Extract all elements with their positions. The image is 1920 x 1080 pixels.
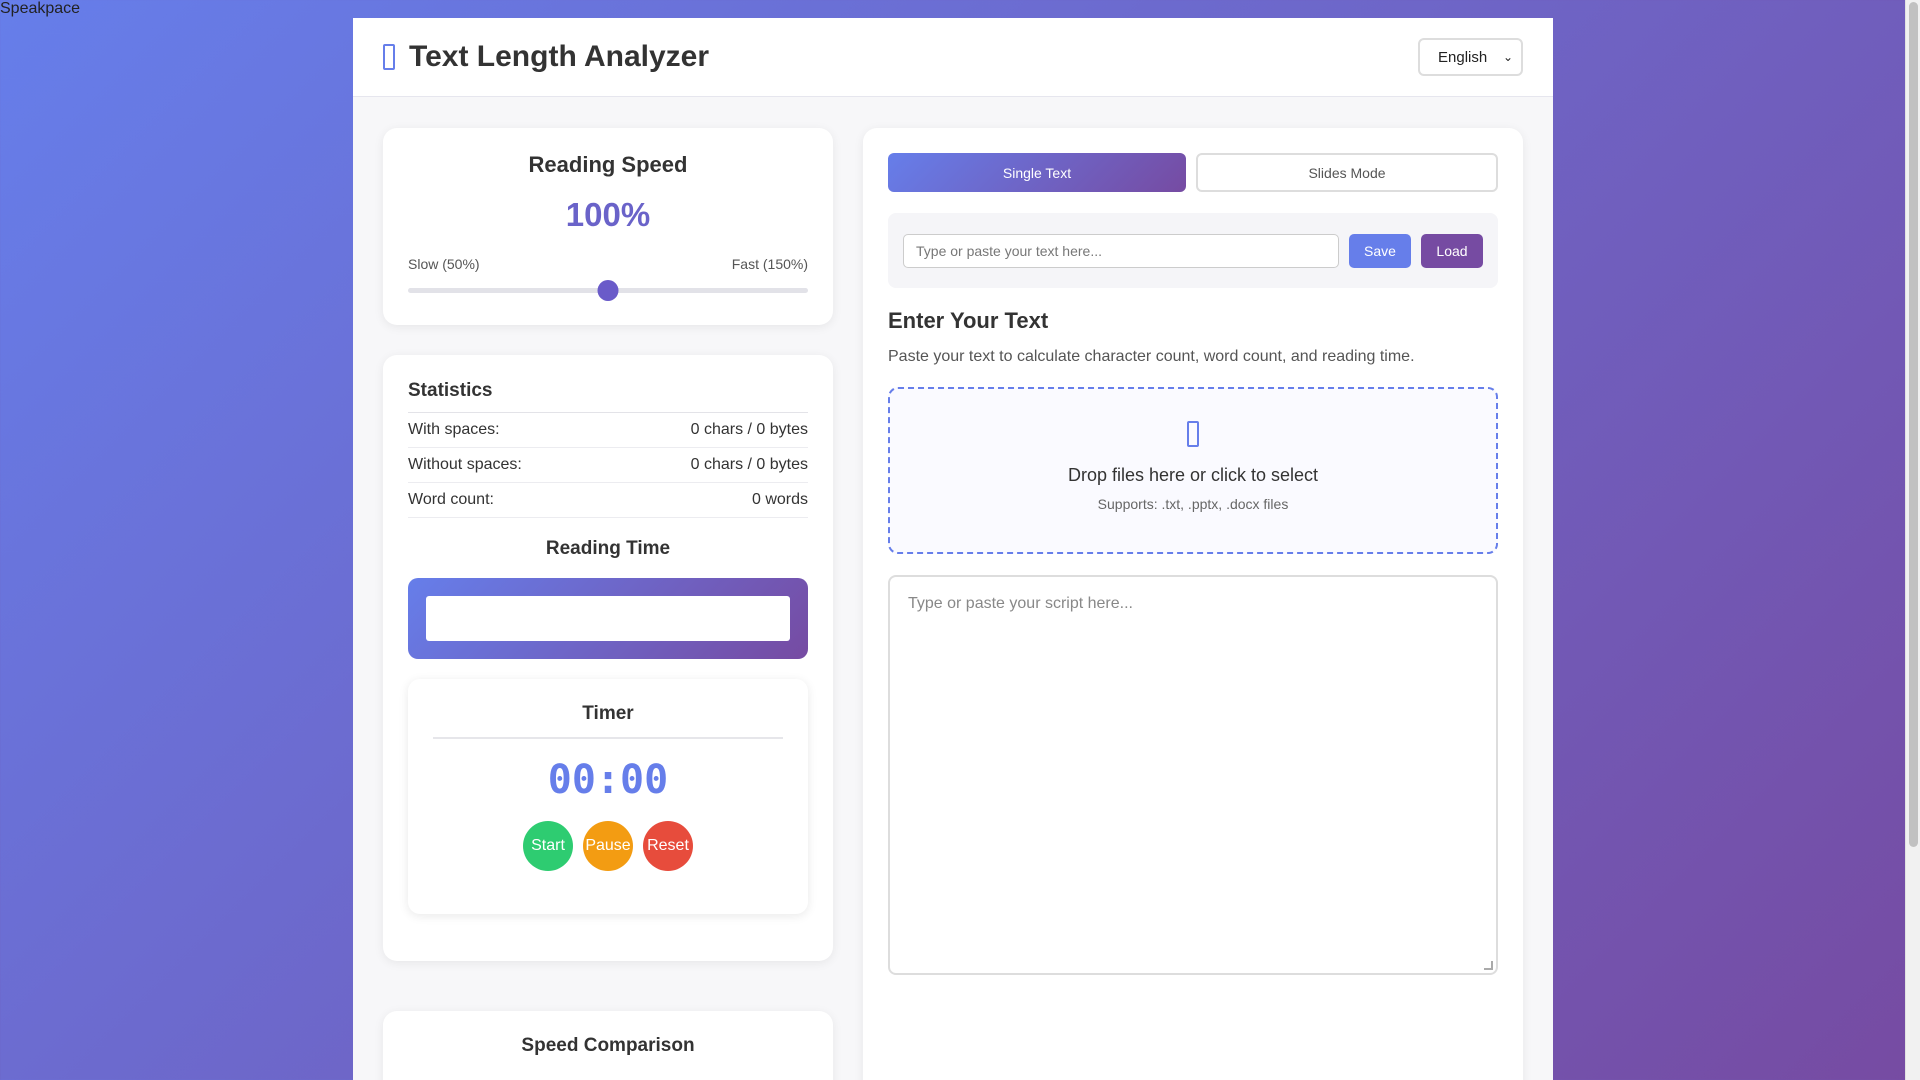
speed-min-label: Slow (50%): [408, 256, 480, 272]
app-header: Text Length Analyzer English ⌄: [353, 18, 1553, 97]
stat-row: Word count: 0 words: [408, 483, 808, 518]
load-button[interactable]: Load: [1421, 233, 1483, 268]
start-button[interactable]: Start: [523, 821, 573, 871]
stat-label: With spaces:: [408, 421, 500, 438]
reading-time-title: Reading Time: [545, 538, 671, 559]
tab-single-text[interactable]: Single Text: [888, 153, 1186, 192]
save-name-input[interactable]: Type or paste your text here...: [903, 233, 1339, 268]
slider-thumb[interactable]: [597, 280, 619, 301]
file-dropzone[interactable]: Drop files here or click to select Suppo…: [888, 387, 1498, 554]
dropzone-subtext: Supports: .txt, .pptx, .docx files: [1097, 496, 1289, 512]
reading-time-display: [426, 596, 790, 641]
site-label: Speakpace: [0, 0, 81, 17]
statistics-title: Statistics: [408, 380, 808, 413]
stat-value: 0 chars / 0 bytes: [690, 456, 808, 473]
file-icon: [1187, 421, 1199, 447]
language-select[interactable]: English ⌄: [1418, 38, 1523, 76]
mode-tabs: Single Text Slides Mode: [888, 153, 1498, 192]
speed-range-labels: Slow (50%) Fast (150%): [408, 256, 808, 272]
reading-speed-card: Reading Speed 100% Slow (50%) Fast (150%…: [383, 128, 833, 325]
tab-slides-mode[interactable]: Slides Mode: [1196, 153, 1498, 192]
timer-display: 00:00: [547, 757, 669, 803]
stat-value: 0 words: [751, 491, 808, 508]
script-placeholder: Type or paste your script here...: [908, 595, 1133, 612]
stat-label: Word count:: [408, 491, 494, 508]
stat-label: Without spaces:: [408, 456, 522, 473]
save-button[interactable]: Save: [1349, 233, 1411, 268]
app-container: Text Length Analyzer English ⌄ Reading S…: [353, 18, 1553, 1080]
editor-description: Paste your text to calculate character c…: [888, 348, 1415, 365]
scrollbar-thumb[interactable]: [1909, 2, 1918, 847]
right-column: Single Text Slides Mode Type or paste yo…: [863, 128, 1523, 1080]
speed-max-label: Fast (150%): [731, 256, 808, 272]
reset-button[interactable]: Reset: [643, 821, 693, 871]
save-load-bar: Type or paste your text here... Save Loa…: [888, 213, 1498, 288]
dropzone-text: Drop files here or click to select: [1067, 465, 1319, 485]
language-select-value: English: [1438, 48, 1488, 66]
page-title: Text Length Analyzer: [409, 40, 710, 73]
left-column: Reading Speed 100% Slow (50%) Fast (150%…: [383, 128, 833, 1080]
editor-title: Enter Your Text: [888, 308, 1049, 333]
speed-comparison-card: Speed Comparison: [383, 1011, 833, 1080]
speed-comparison-title: Speed Comparison: [521, 1035, 695, 1056]
statistics-card: Statistics With spaces: 0 chars / 0 byte…: [383, 355, 833, 961]
timer-title: Timer: [433, 703, 783, 739]
reading-speed-slider[interactable]: [408, 278, 808, 302]
reading-speed-value: 100%: [565, 196, 651, 233]
reading-time-box: [408, 578, 808, 659]
chevron-down-icon: ⌄: [1502, 50, 1513, 64]
timer-card: Timer 00:00 Start Pause Reset: [408, 679, 808, 914]
pause-button[interactable]: Pause: [583, 821, 633, 871]
stat-value: 0 chars / 0 bytes: [690, 421, 808, 438]
stat-row: With spaces: 0 chars / 0 bytes: [408, 413, 808, 448]
stat-row: Without spaces: 0 chars / 0 bytes: [408, 448, 808, 483]
reading-speed-title: Reading Speed: [528, 152, 688, 177]
document-icon: [383, 44, 395, 70]
page-scrollbar[interactable]: [1905, 0, 1920, 1080]
script-textarea[interactable]: Type or paste your script here...: [888, 575, 1498, 975]
resize-handle[interactable]: [1484, 961, 1493, 970]
timer-buttons: Start Pause Reset: [433, 821, 783, 871]
